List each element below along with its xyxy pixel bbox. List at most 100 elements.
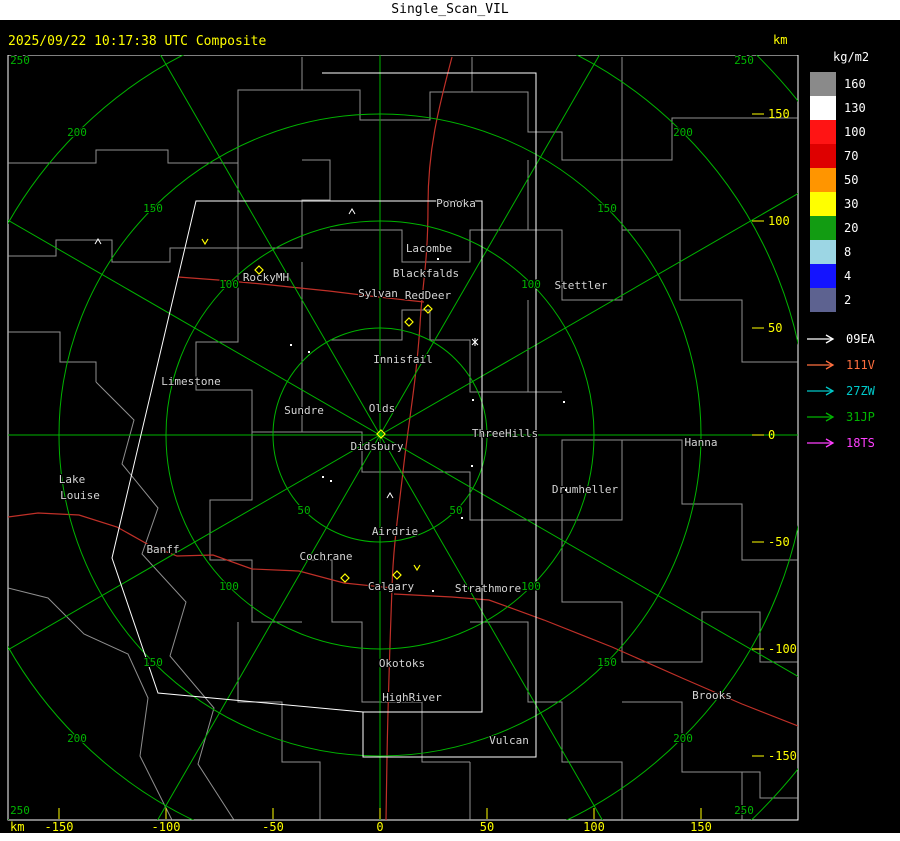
range-ring-label: 150 <box>143 202 163 215</box>
radar-station-id: 18TS <box>846 436 875 450</box>
town-dot-marker <box>563 401 565 403</box>
scale-row: 2 <box>810 288 900 312</box>
city-label-brooks: Brooks <box>692 689 732 702</box>
city-label-olds: Olds <box>369 402 396 415</box>
radar-legend-row-31JP: 31JP <box>806 404 900 430</box>
city-label-stettler: Stettler <box>555 279 608 292</box>
color-scale: 160 130 100 70 50 30 20 8 4 2 <box>800 72 900 312</box>
city-label-cochrane: Cochrane <box>300 550 353 563</box>
scale-row: 100 <box>810 120 900 144</box>
city-label-blackfalds: Blackfalds <box>393 267 459 280</box>
radar-arrow-icon <box>807 386 835 396</box>
scale-value: 160 <box>844 77 866 91</box>
city-label-okotoks: Okotoks <box>379 657 425 670</box>
radar-station-id: 31JP <box>846 410 875 424</box>
right-axis-label: 150 <box>768 107 790 121</box>
scale-color-swatch <box>810 144 836 168</box>
town-dot-marker <box>432 590 434 592</box>
scale-color-swatch <box>810 264 836 288</box>
radar-station-legend: 09EA 111V 27ZW 31JP 18TS <box>800 326 900 456</box>
scale-row: 130 <box>810 96 900 120</box>
scale-row: 30 <box>810 192 900 216</box>
town-dot-marker <box>461 517 463 519</box>
radar-arrow-icon <box>807 360 835 370</box>
bottom-axis-label: 50 <box>480 820 494 834</box>
city-label-highriver: HighRiver <box>382 691 442 704</box>
city-label-didsbury: Didsbury <box>351 440 404 453</box>
range-ring-label: 200 <box>673 126 693 139</box>
scale-color-swatch <box>810 96 836 120</box>
radar-legend-row-111V: 111V <box>806 352 900 378</box>
scale-color-swatch <box>810 240 836 264</box>
scale-color-swatch <box>810 120 836 144</box>
city-label-hanna: Hanna <box>684 436 717 449</box>
scale-value: 4 <box>844 269 852 283</box>
city-label-threehills: ThreeHills <box>472 427 538 440</box>
range-ring-label: 200 <box>67 126 87 139</box>
right-axis-label: -150 <box>768 749 797 763</box>
town-dot-marker <box>437 258 439 260</box>
right-axis-label: 100 <box>768 214 790 228</box>
city-label-sylvan: Sylvan <box>358 287 398 300</box>
bottom-axis-label: -150 <box>45 820 74 834</box>
radar-arrow-icon <box>807 334 835 344</box>
scale-color-swatch <box>810 168 836 192</box>
scale-row: 70 <box>810 144 900 168</box>
town-dot-marker <box>322 476 324 478</box>
bottom-axis-label: 150 <box>690 820 712 834</box>
right-axis-label: -100 <box>768 642 797 656</box>
radar-map-canvas[interactable]: 50 50 100 100 100 100 150 150 150 150 200 200 200 200… <box>0 55 800 841</box>
range-ring-label: 250 <box>10 804 30 817</box>
window-title: Single_Scan_VIL <box>391 2 509 17</box>
right-axis-label: 50 <box>768 321 782 335</box>
scale-color-swatch <box>810 288 836 312</box>
scale-row: 50 <box>810 168 900 192</box>
radar-arrow-icon <box>807 412 835 422</box>
city-label-louise: Louise <box>60 489 100 502</box>
bottom-status-bar <box>0 833 900 841</box>
city-label-limestone: Limestone <box>161 375 221 388</box>
scale-color-swatch <box>810 72 836 96</box>
range-ring-label: 100 <box>521 580 541 593</box>
scan-timestamp: 2025/09/22 10:17:38 UTC Composite <box>8 34 267 49</box>
radar-legend-row-09EA: 09EA <box>806 326 900 352</box>
city-label-lake: Lake <box>59 473 86 486</box>
radar-arrow-icon <box>807 438 835 448</box>
city-label-vulcan: Vulcan <box>489 734 529 747</box>
city-label-calgary: Calgary <box>368 580 415 593</box>
radar-legend-row-18TS: 18TS <box>806 430 900 456</box>
range-ring-label: 150 <box>597 656 617 669</box>
radar-station-id: 27ZW <box>846 384 875 398</box>
scale-value: 20 <box>844 221 859 235</box>
city-label-sundre: Sundre <box>284 404 324 417</box>
scale-value: 30 <box>844 197 859 211</box>
bottom-axis-unit: km <box>10 820 24 834</box>
right-axis-unit: km <box>773 33 788 47</box>
scale-value: 8 <box>844 245 852 259</box>
range-ring-label: 150 <box>597 202 617 215</box>
range-ring-label: 250 <box>10 55 30 67</box>
city-label-lacombe: Lacombe <box>406 242 452 255</box>
town-dot-marker <box>308 351 310 353</box>
town-dot-marker <box>330 480 332 482</box>
scale-value: 50 <box>844 173 859 187</box>
town-dot-marker <box>290 344 292 346</box>
bottom-axis-label: 100 <box>583 820 605 834</box>
window-title-bar: Single_Scan_VIL <box>0 0 900 20</box>
city-label-innisfail: Innisfail <box>373 353 433 366</box>
radar-station-id: 09EA <box>846 332 875 346</box>
range-ring-label: 250 <box>734 804 754 817</box>
range-ring-label: 250 <box>734 55 754 67</box>
scale-value: 100 <box>844 125 866 139</box>
range-ring-label: 200 <box>673 732 693 745</box>
city-label-reddeer: RedDeer <box>405 289 452 302</box>
town-dot-marker <box>471 465 473 467</box>
town-dot-marker <box>472 399 474 401</box>
bottom-axis-label: 0 <box>376 820 383 834</box>
scale-value: 130 <box>844 101 866 115</box>
city-label-ponoka: Ponoka <box>436 197 476 210</box>
range-ring-label: 100 <box>219 580 239 593</box>
bottom-axis-label: -100 <box>152 820 181 834</box>
city-label-banff: Banff <box>146 543 179 556</box>
radar-application-window: Single_Scan_VIL 2025/09/22 10:17:38 UTC … <box>0 0 900 841</box>
